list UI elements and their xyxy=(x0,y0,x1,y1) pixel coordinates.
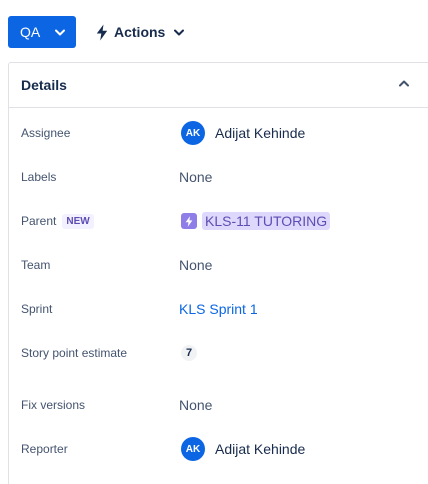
actions-button[interactable]: Actions xyxy=(88,16,192,48)
field-label: Assignee xyxy=(21,126,71,140)
field-labels: Labels None xyxy=(21,161,421,193)
story-points-value[interactable]: 7 xyxy=(179,345,197,361)
fix-versions-value[interactable]: None xyxy=(179,397,212,413)
field-fix-versions: Fix versions None xyxy=(21,389,421,421)
reporter-name: Adijat Kehinde xyxy=(215,441,306,457)
field-label: Team xyxy=(21,258,51,272)
issue-toolbar: QA Actions xyxy=(8,16,192,48)
field-assignee: Assignee AK Adijat Kehinde xyxy=(21,117,421,149)
parent-label: Parent xyxy=(21,214,57,228)
status-label: QA xyxy=(20,24,41,40)
field-label: Reporter xyxy=(21,442,68,456)
chevron-down-icon xyxy=(174,29,185,36)
field-parent: Parent NEW KLS-11 TUTORING xyxy=(21,205,421,237)
status-button[interactable]: QA xyxy=(8,16,76,48)
parent-value[interactable]: KLS-11 TUTORING xyxy=(179,212,331,230)
lightning-icon xyxy=(181,213,197,229)
lightning-icon xyxy=(96,24,108,41)
details-title: Details xyxy=(21,77,67,93)
field-label: Sprint xyxy=(21,302,53,316)
field-story-points: Story point estimate 7 xyxy=(21,337,421,369)
field-team: Team None xyxy=(21,249,421,281)
field-sprint: Sprint KLS Sprint 1 xyxy=(21,293,421,325)
assignee-name: Adijat Kehinde xyxy=(215,125,306,141)
labels-value[interactable]: None xyxy=(179,169,212,185)
field-label: Parent NEW xyxy=(21,213,179,229)
chevron-up-icon[interactable] xyxy=(399,80,409,87)
parent-link[interactable]: KLS-11 TUTORING xyxy=(202,212,331,230)
field-label: Story point estimate xyxy=(21,346,128,360)
actions-label: Actions xyxy=(114,24,166,40)
sprint-link[interactable]: KLS Sprint 1 xyxy=(179,301,258,317)
reporter-value[interactable]: AK Adijat Kehinde xyxy=(179,437,305,461)
details-header[interactable]: Details xyxy=(9,63,428,108)
assignee-value[interactable]: AK Adijat Kehinde xyxy=(179,121,305,145)
avatar: AK xyxy=(181,437,205,461)
field-reporter: Reporter AK Adijat Kehinde xyxy=(21,433,421,465)
field-label: Labels xyxy=(21,170,57,184)
story-points-badge: 7 xyxy=(181,345,197,361)
team-value[interactable]: None xyxy=(179,257,212,273)
details-panel: Details Assignee AK Adijat Kehinde Label… xyxy=(8,62,428,484)
avatar: AK xyxy=(181,121,205,145)
chevron-down-icon xyxy=(55,29,66,36)
field-label: Fix versions xyxy=(21,398,86,412)
new-badge: NEW xyxy=(62,213,94,229)
